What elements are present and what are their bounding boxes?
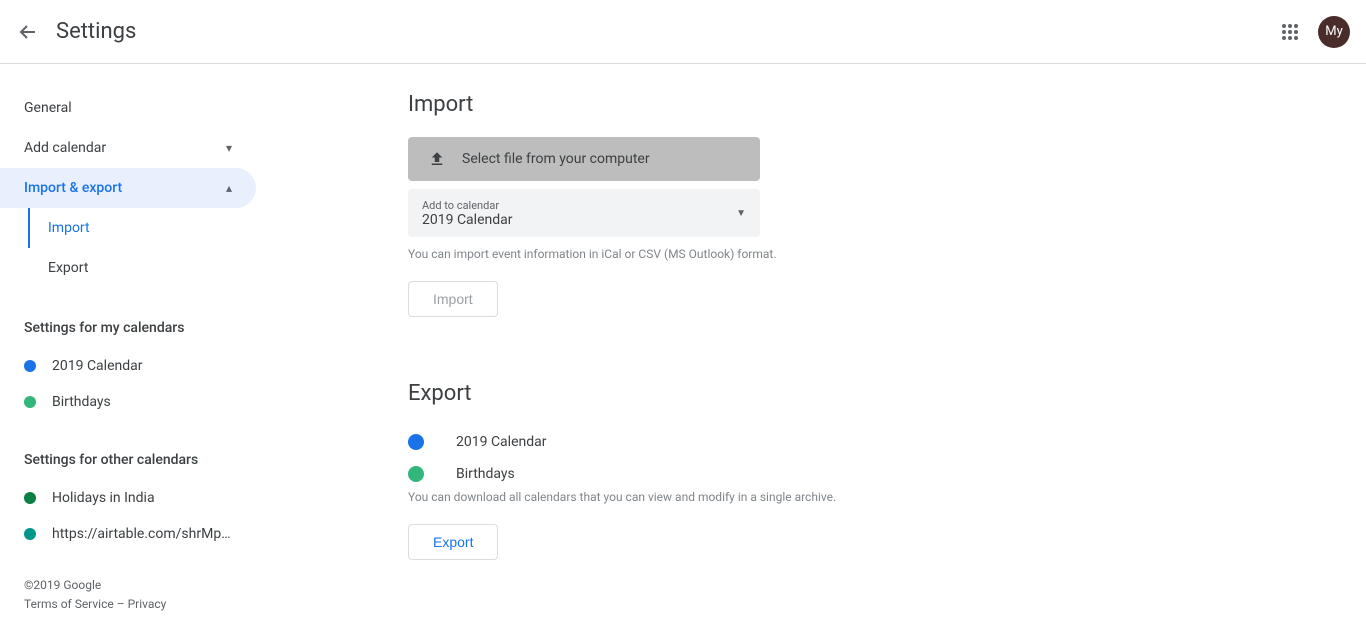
upload-icon	[428, 150, 446, 168]
sidebar-item-general[interactable]: General	[0, 88, 256, 128]
sidebar-heading-other-calendars: Settings for other calendars	[0, 440, 256, 480]
sidebar-item-import-export[interactable]: Import & export ▴	[0, 168, 256, 208]
terms-link[interactable]: Terms of Service	[24, 597, 114, 611]
sidebar-item-label: Export	[48, 260, 88, 276]
calendar-label: 2019 Calendar	[456, 434, 547, 450]
export-section-title: Export	[408, 381, 1366, 406]
chevron-down-icon: ▾	[226, 141, 232, 155]
copyright: ©2019 Google	[24, 576, 232, 595]
export-button[interactable]: Export	[408, 524, 498, 560]
sidebar-item-label: Import	[48, 220, 90, 236]
sidebar-subitem-import[interactable]: Import	[28, 208, 256, 248]
privacy-link[interactable]: Privacy	[128, 597, 167, 611]
calendar-label: Holidays in India	[52, 490, 155, 506]
calendar-color-dot	[408, 466, 424, 482]
sidebar-subitem-export[interactable]: Export	[28, 248, 256, 288]
sidebar-sublist: Import Export	[28, 208, 256, 288]
sidebar: General Add calendar ▾ Import & export ▴…	[0, 64, 256, 618]
export-hint: You can download all calendars that you …	[408, 490, 1366, 504]
import-button[interactable]: Import	[408, 281, 498, 317]
calendar-color-dot	[24, 396, 36, 408]
export-calendar-row: 2019 Calendar	[408, 426, 1366, 458]
apps-grid-icon[interactable]	[1278, 20, 1302, 44]
sidebar-heading-my-calendars: Settings for my calendars	[0, 308, 256, 348]
calendar-label: Birthdays	[456, 466, 515, 482]
avatar[interactable]: My	[1318, 16, 1350, 48]
calendar-select[interactable]: Add to calendar 2019 Calendar ▼	[408, 189, 760, 237]
file-select-button[interactable]: Select file from your computer	[408, 137, 760, 181]
header-right: My	[1278, 16, 1350, 48]
calendar-select-value: 2019 Calendar	[422, 212, 513, 228]
footer-sep: –	[114, 597, 128, 611]
calendar-label: 2019 Calendar	[52, 358, 143, 374]
back-arrow-icon[interactable]	[16, 20, 40, 44]
header-left: Settings	[16, 19, 136, 44]
calendar-color-dot	[408, 434, 424, 450]
body: General Add calendar ▾ Import & export ▴…	[0, 64, 1366, 618]
sidebar-calendar-item[interactable]: Holidays in India	[0, 480, 256, 516]
calendar-select-inner: Add to calendar 2019 Calendar	[422, 199, 513, 228]
sidebar-item-label: Import & export	[24, 180, 122, 196]
import-hint: You can import event information in iCal…	[408, 247, 1366, 261]
sidebar-item-add-calendar[interactable]: Add calendar ▾	[0, 128, 256, 168]
export-section: Export 2019 Calendar Birthdays You can d…	[408, 381, 1366, 560]
export-calendar-row: Birthdays	[408, 458, 1366, 490]
sidebar-item-label: Add calendar	[24, 140, 106, 156]
footer: ©2019 Google Terms of Service – Privacy	[0, 552, 256, 618]
page-title: Settings	[56, 19, 136, 44]
calendar-color-dot	[24, 360, 36, 372]
footer-links: Terms of Service – Privacy	[24, 595, 232, 614]
sidebar-calendar-item[interactable]: 2019 Calendar	[0, 348, 256, 384]
import-section-title: Import	[408, 92, 1366, 117]
calendar-label: https://airtable.com/shrMp...	[52, 526, 232, 542]
calendar-select-label: Add to calendar	[422, 199, 513, 212]
chevron-up-icon: ▴	[226, 181, 232, 195]
sidebar-item-label: General	[24, 100, 72, 116]
calendar-label: Birthdays	[52, 394, 111, 410]
sidebar-calendar-item[interactable]: https://airtable.com/shrMp...	[0, 516, 256, 552]
main-content: Import Select file from your computer Ad…	[256, 64, 1366, 618]
file-select-label: Select file from your computer	[462, 151, 650, 167]
calendar-color-dot	[24, 492, 36, 504]
sidebar-calendar-item[interactable]: Birthdays	[0, 384, 256, 420]
dropdown-triangle-icon: ▼	[736, 208, 746, 219]
app-header: Settings My	[0, 0, 1366, 64]
calendar-color-dot	[24, 528, 36, 540]
